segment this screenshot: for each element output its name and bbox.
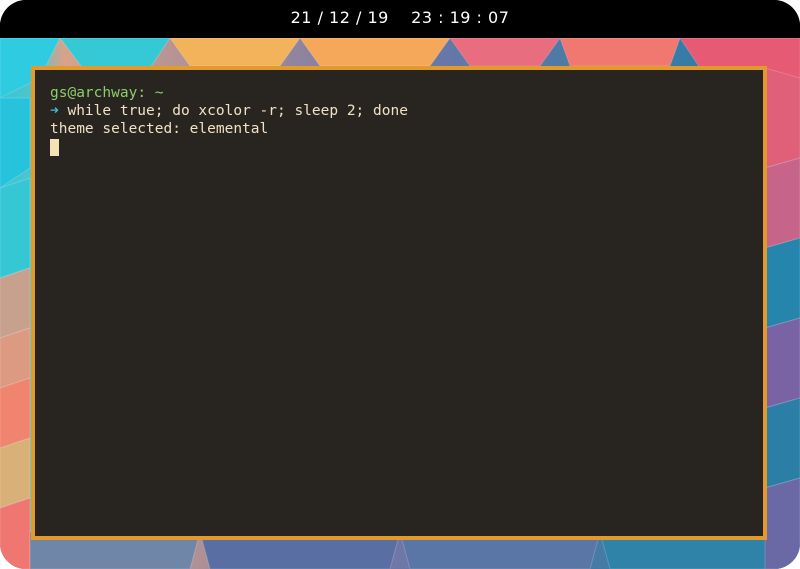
terminal-window[interactable]: gs@archway: ~ ➜ while true; do xcolor -r;… bbox=[31, 66, 767, 540]
prompt-arrow-icon: ➜ bbox=[50, 103, 59, 119]
terminal-content[interactable]: gs@archway: ~ ➜ while true; do xcolor -r;… bbox=[50, 84, 748, 156]
output-line: theme selected: elemental bbox=[50, 121, 269, 137]
command-line: ➜ while true; do xcolor -r; sleep 2; don… bbox=[50, 102, 748, 120]
prompt-path: : ~ bbox=[137, 85, 164, 101]
clock-time: 23 : 19 : 07 bbox=[411, 8, 510, 27]
clock: 21 / 12 / 19 23 : 19 : 07 bbox=[0, 8, 800, 27]
text-cursor bbox=[50, 139, 59, 156]
desktop-screen: 21 / 12 / 19 23 : 19 : 07 gs@archway: ~ … bbox=[0, 0, 800, 569]
clock-date: 21 / 12 / 19 bbox=[290, 8, 389, 27]
command-text: while true; do xcolor -r; sleep 2; done bbox=[67, 103, 408, 119]
input-line[interactable] bbox=[50, 138, 748, 156]
prompt-user: gs@archway bbox=[50, 85, 138, 101]
prompt-line: gs@archway: ~ bbox=[50, 84, 748, 102]
top-status-bar: 21 / 12 / 19 23 : 19 : 07 bbox=[0, 0, 800, 38]
